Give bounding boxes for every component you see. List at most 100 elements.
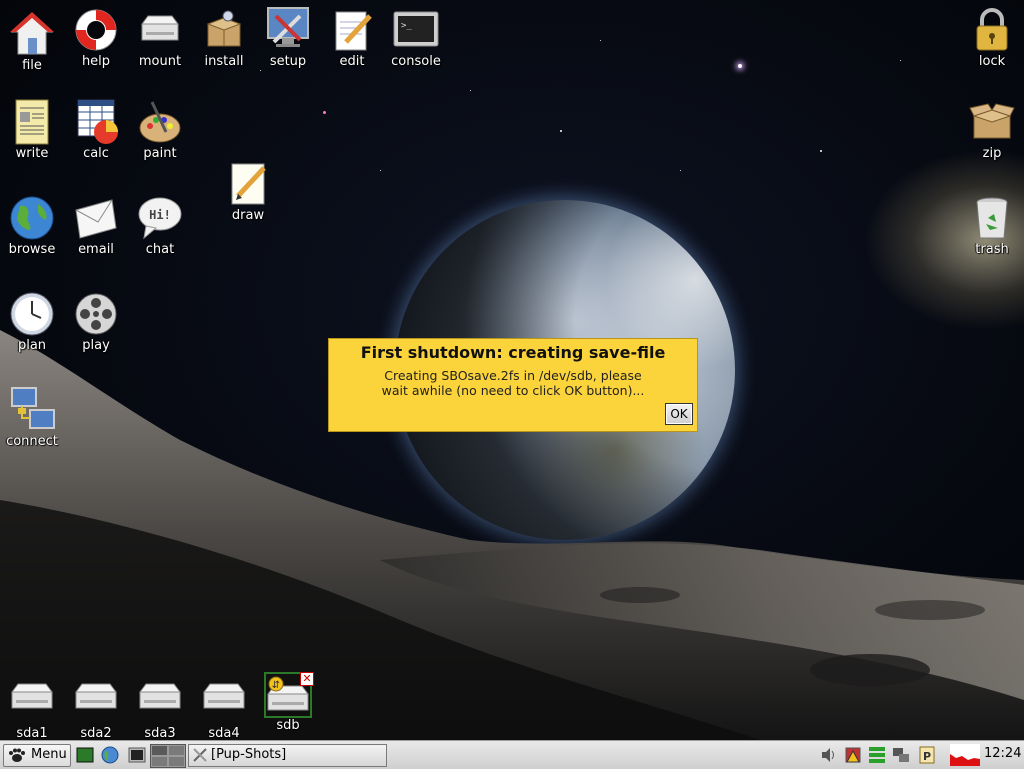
drive-icon bbox=[200, 678, 248, 726]
desktop-icon-label: browse bbox=[8, 242, 56, 257]
desktop-icon-label: write bbox=[15, 146, 49, 161]
puppy-paw-icon bbox=[9, 748, 25, 762]
desktop-icon-label: calc bbox=[83, 146, 109, 161]
drive-label: sda1 bbox=[16, 726, 48, 740]
svg-text:⇵: ⇵ bbox=[272, 680, 280, 691]
desktop-icon-label: zip bbox=[982, 146, 1002, 161]
desktop-icon-console[interactable]: >_ console bbox=[384, 6, 448, 69]
home-icon bbox=[8, 10, 56, 58]
desktop-icon-chat[interactable]: Hi! chat bbox=[128, 194, 192, 257]
svg-text:>_: >_ bbox=[401, 21, 412, 31]
desktop-icon-help[interactable]: help bbox=[64, 6, 128, 69]
clock: 12:24 bbox=[984, 746, 1022, 761]
drive-sdb[interactable]: ⇵ ✕ sdb bbox=[256, 672, 320, 733]
drive-sda4[interactable]: sda4 bbox=[192, 678, 256, 740]
desktop-icon-email[interactable]: email bbox=[64, 194, 128, 257]
unmount-close-icon[interactable]: ✕ bbox=[300, 672, 314, 686]
document-icon bbox=[8, 98, 56, 146]
speech-bubble-icon: Hi! bbox=[136, 194, 184, 242]
workspace-1[interactable] bbox=[152, 746, 167, 755]
shutdown-dialog: First shutdown: creating save-file Creat… bbox=[328, 338, 698, 432]
desktop-icon-label: play bbox=[82, 338, 110, 353]
workspace-pager[interactable] bbox=[150, 744, 186, 768]
globe-icon bbox=[8, 194, 56, 242]
archive-box-icon bbox=[968, 98, 1016, 146]
desktop-icon-edit[interactable]: edit bbox=[320, 6, 384, 69]
svg-text:P: P bbox=[923, 750, 931, 763]
desktop-icon-lock[interactable]: lock bbox=[960, 6, 1024, 69]
package-icon bbox=[200, 6, 248, 54]
lifebuoy-icon bbox=[72, 6, 120, 54]
desktop-icon-label: file bbox=[22, 58, 42, 73]
desktop-icon-setup[interactable]: setup bbox=[256, 6, 320, 69]
desktop-icon-label: setup bbox=[269, 54, 307, 69]
drive-icon bbox=[8, 678, 56, 726]
dialog-message-line1: Creating SBOsave.2fs in /dev/sdb, please bbox=[384, 368, 642, 383]
drive-label: sda3 bbox=[144, 726, 176, 740]
spreadsheet-chart-icon bbox=[72, 98, 120, 146]
desktop-icon-label: mount bbox=[138, 54, 182, 69]
film-reel-icon bbox=[72, 290, 120, 338]
drawing-pencil-icon bbox=[224, 160, 272, 208]
taskbar: Menu [Pup-Shots] P 12:24 bbox=[0, 740, 1024, 769]
desktop-icon-connect[interactable]: connect bbox=[0, 386, 64, 449]
drive-icon bbox=[72, 678, 120, 726]
drive-sda3[interactable]: sda3 bbox=[128, 678, 192, 740]
drive-label: sda4 bbox=[208, 726, 240, 740]
network-warning-icon[interactable] bbox=[844, 746, 862, 764]
desktop-icon-plan[interactable]: plan bbox=[0, 290, 64, 353]
terminal-icon[interactable] bbox=[128, 746, 146, 764]
desktop-icon-label: edit bbox=[339, 54, 365, 69]
desktop-icon-paint[interactable]: paint bbox=[128, 98, 192, 161]
desktop-icon-label: help bbox=[81, 54, 111, 69]
workspace-4[interactable] bbox=[169, 757, 184, 766]
clipboard-icon[interactable]: P bbox=[918, 746, 936, 764]
palette-icon bbox=[136, 98, 184, 146]
desktop-icon-mount[interactable]: mount bbox=[128, 6, 192, 69]
browser-globe-icon[interactable] bbox=[101, 746, 119, 764]
desktop[interactable]: file help mount install setup edit >_ co… bbox=[0, 0, 1024, 740]
cpu-monitor-icon bbox=[950, 744, 980, 766]
dialog-message: Creating SBOsave.2fs in /dev/sdb, please… bbox=[359, 368, 667, 398]
menu-label: Menu bbox=[31, 747, 67, 762]
notepad-pencil-icon bbox=[328, 6, 376, 54]
desktop-icon-label: install bbox=[204, 54, 244, 69]
workspace-3[interactable] bbox=[152, 757, 167, 766]
workspace-2[interactable] bbox=[169, 746, 184, 755]
drive-icon bbox=[136, 678, 184, 726]
dialog-message-line2: wait awhile (no need to click OK button)… bbox=[381, 383, 645, 398]
ok-button[interactable]: OK bbox=[665, 403, 693, 425]
desktop-icon-write[interactable]: write bbox=[0, 98, 64, 161]
desktop-icon-label: email bbox=[78, 242, 114, 257]
desktop-icon-browse[interactable]: browse bbox=[0, 194, 64, 257]
network-monitors-icon[interactable] bbox=[892, 746, 910, 764]
desktop-icon-label: paint bbox=[143, 146, 177, 161]
desktop-icon-label: draw bbox=[231, 208, 265, 223]
desktop-icon-label: chat bbox=[145, 242, 175, 257]
desktop-icon-label: console bbox=[391, 54, 441, 69]
dialog-title: First shutdown: creating save-file bbox=[360, 343, 666, 362]
drive-label: sda2 bbox=[80, 726, 112, 740]
task-button-pup-shots[interactable]: [Pup-Shots] bbox=[188, 744, 387, 767]
desktop-icon-file[interactable]: file bbox=[0, 10, 64, 73]
desktop-icon-draw[interactable]: draw bbox=[216, 160, 280, 223]
desktop-icon-zip[interactable]: zip bbox=[960, 98, 1024, 161]
volume-icon[interactable] bbox=[820, 746, 838, 764]
menu-button[interactable]: Menu bbox=[3, 744, 71, 767]
desktop-icon-trash[interactable]: trash bbox=[960, 194, 1024, 257]
drive-label: sdb bbox=[276, 718, 300, 733]
padlock-icon bbox=[968, 6, 1016, 54]
desktop-icon-label: plan bbox=[17, 338, 47, 353]
clock-icon bbox=[8, 290, 56, 338]
drive-sda1[interactable]: sda1 bbox=[0, 678, 64, 740]
network-icon bbox=[8, 386, 56, 434]
desktop-icon-install[interactable]: install bbox=[192, 6, 256, 69]
drive-sda2[interactable]: sda2 bbox=[64, 678, 128, 740]
show-desktop-icon[interactable] bbox=[76, 746, 94, 764]
desktop-icon-play[interactable]: play bbox=[64, 290, 128, 353]
chat-bubble-text: Hi! bbox=[149, 208, 171, 222]
memory-stack-icon[interactable] bbox=[868, 746, 886, 764]
tools-icon bbox=[193, 748, 207, 762]
desktop-icon-calc[interactable]: calc bbox=[64, 98, 128, 161]
desktop-icon-label: lock bbox=[978, 54, 1006, 69]
